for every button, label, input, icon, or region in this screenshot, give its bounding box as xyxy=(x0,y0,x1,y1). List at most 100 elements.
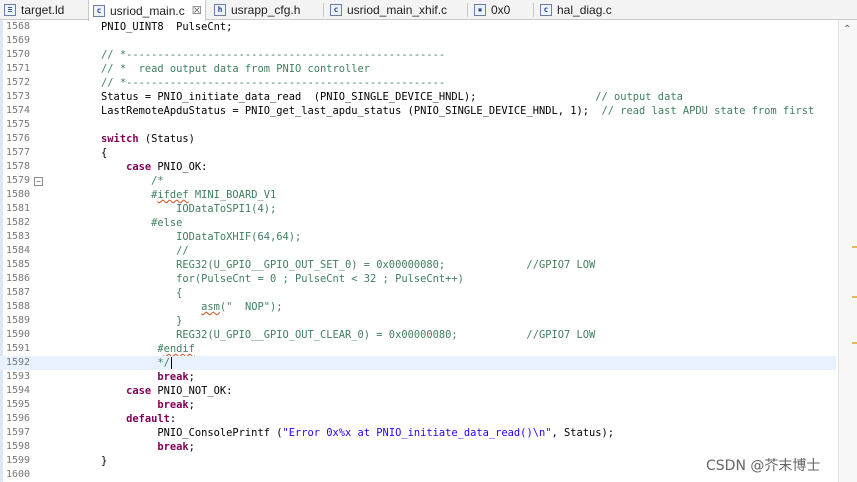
current-line[interactable]: 1592 */ xyxy=(0,356,836,370)
tab-hal-diag-c[interactable]: c hal_diag.c xyxy=(536,0,616,20)
fold-collapse-icon[interactable]: − xyxy=(34,177,43,186)
code-line[interactable]: 1581 IODataToSPI1(4); xyxy=(0,202,836,216)
code-line[interactable]: 1577 { xyxy=(0,146,836,160)
code-line[interactable]: 1593 break; xyxy=(0,370,836,384)
code-token: , Status); xyxy=(551,427,615,439)
code-line[interactable]: 1574 LastRemoteApduStatus = PNIO_get_las… xyxy=(0,104,836,118)
code-text: Status = PNIO_initiate_data_read (PNIO_S… xyxy=(51,90,683,104)
close-tab-icon[interactable]: ☒ xyxy=(192,4,202,17)
code-line[interactable]: 1580 #ifdef MINI_BOARD_V1 xyxy=(0,188,836,202)
scroll-up-icon[interactable]: ⌃ xyxy=(843,24,851,35)
overview-marker[interactable] xyxy=(852,246,857,248)
line-number: 1588 xyxy=(6,301,31,312)
code-text: PNIO_ConsolePrintf ("Error 0x%x at PNIO_… xyxy=(51,426,614,440)
code-token: # xyxy=(51,343,164,355)
line-number: 1585 xyxy=(6,259,31,270)
code-text: switch (Status) xyxy=(51,132,195,146)
line-number: 1595 xyxy=(6,399,31,410)
code-token: break xyxy=(157,441,189,453)
code-line[interactable]: 1586 for(PulseCnt = 0 ; PulseCnt < 32 ; … xyxy=(0,272,836,286)
code-text: asm(" NOP"); xyxy=(51,300,282,314)
code-line[interactable]: 1572 // *-------------------------------… xyxy=(0,76,836,90)
code-line[interactable]: 1591 #endif xyxy=(0,342,836,356)
code-line[interactable]: 1597 PNIO_ConsolePrintf ("Error 0x%x at … xyxy=(0,426,836,440)
code-line[interactable]: 1587 { xyxy=(0,286,836,300)
code-text: // * read output data from PNIO controll… xyxy=(51,62,370,76)
code-token: REG32(U_GPIO__GPIO_OUT_CLEAR_0) = 0x0000… xyxy=(51,329,596,341)
code-editor[interactable]: 1568 PNIO_UINT8 PulseCnt; 1569 1570 // *--… xyxy=(0,20,857,482)
code-line[interactable]: 1582 #else xyxy=(0,216,836,230)
code-token: ifdef xyxy=(157,189,189,201)
overview-marker[interactable] xyxy=(852,296,857,298)
linker-file-icon: ≡ xyxy=(4,4,16,16)
code-line[interactable]: 1583 IODataToXHIF(64,64); xyxy=(0,230,836,244)
tab-label: 0x0 xyxy=(491,3,511,17)
code-text: } xyxy=(51,454,107,468)
code-text: #else xyxy=(51,216,182,230)
code-line[interactable]: 1588 asm(" NOP"); xyxy=(0,300,836,314)
tab-usrapp-cfg-h[interactable]: h usrapp_cfg.h xyxy=(210,0,322,20)
code-line[interactable]: 1584 // xyxy=(0,244,836,258)
code-line[interactable]: 1585 REG32(U_GPIO__GPIO_OUT_SET_0) = 0x0… xyxy=(0,258,836,272)
code-line[interactable]: 1568 PNIO_UINT8 PulseCnt; xyxy=(0,20,836,34)
code-token: break xyxy=(157,371,189,383)
code-token: // output data xyxy=(595,91,683,103)
line-number: 1583 xyxy=(6,231,31,242)
code-text: */ xyxy=(51,356,172,370)
line-number: 1581 xyxy=(6,203,31,214)
code-line[interactable]: 1589 } xyxy=(0,314,836,328)
line-number: 1593 xyxy=(6,371,31,382)
code-line[interactable]: 1571 // * read output data from PNIO con… xyxy=(0,62,836,76)
text-cursor xyxy=(170,357,172,369)
code-line[interactable]: 1575 xyxy=(0,118,836,132)
code-line[interactable]: 1578 case PNIO_OK: xyxy=(0,160,836,174)
code-token: PNIO_NOT_OK: xyxy=(151,385,233,397)
line-number: 1570 xyxy=(6,49,31,60)
vertical-scrollbar[interactable]: ⌃ xyxy=(838,20,857,482)
code-line[interactable]: 1569 xyxy=(0,34,836,48)
code-text: /* xyxy=(51,174,164,188)
line-number: 1574 xyxy=(6,105,31,116)
code-token: # xyxy=(51,189,158,201)
code-token: IODataToSPI1(4); xyxy=(51,203,277,215)
code-line[interactable]: 1596 default: xyxy=(0,412,836,426)
line-number: 1598 xyxy=(6,441,31,452)
code-line[interactable]: 1594 case PNIO_NOT_OK: xyxy=(0,384,836,398)
code-text: // xyxy=(51,244,189,258)
code-line[interactable]: 1570 // *-------------------------------… xyxy=(0,48,836,62)
c-file-icon: c xyxy=(540,4,552,16)
code-token: // *------------------------------------… xyxy=(51,77,446,89)
line-number: 1589 xyxy=(6,315,31,326)
code-text: default: xyxy=(51,412,176,426)
line-number: 1577 xyxy=(6,147,31,158)
code-line[interactable]: 1579− /* xyxy=(0,174,836,188)
tab-label: hal_diag.c xyxy=(557,3,612,17)
tab-target-ld[interactable]: ≡ target.ld xyxy=(0,0,84,20)
c-file-icon: c xyxy=(93,4,105,17)
tab-usriod-main-xhif-c[interactable]: c usriod_main_xhif.c xyxy=(326,0,466,20)
overview-marker[interactable] xyxy=(852,342,857,344)
tab-0x0[interactable]: ▪ 0x0 xyxy=(470,0,532,20)
line-number: 1584 xyxy=(6,245,31,256)
code-token: #else xyxy=(51,217,183,229)
code-line[interactable]: 1590 REG32(U_GPIO__GPIO_OUT_CLEAR_0) = 0… xyxy=(0,328,836,342)
line-number: 1571 xyxy=(6,63,31,74)
code-token: } xyxy=(51,455,108,467)
line-number: 1586 xyxy=(6,273,31,284)
code-line[interactable]: 1598 break; xyxy=(0,440,836,454)
code-line[interactable]: 1573 Status = PNIO_initiate_data_read (P… xyxy=(0,90,836,104)
code-text: for(PulseCnt = 0 ; PulseCnt < 32 ; Pulse… xyxy=(51,272,464,286)
code-token: : xyxy=(169,413,177,425)
line-number: 1599 xyxy=(6,455,31,466)
code-line[interactable]: 1595 break; xyxy=(0,398,836,412)
code-token: PNIO_UINT8 PulseCnt; xyxy=(51,21,233,33)
code-line[interactable]: 1576 switch (Status) xyxy=(0,132,836,146)
code-token: (Status) xyxy=(138,133,195,145)
code-token: // read last APDU state from first xyxy=(601,105,815,117)
tab-usriod-main-c[interactable]: c usriod_main.c ☒ xyxy=(88,0,206,21)
line-number: 1597 xyxy=(6,427,31,438)
